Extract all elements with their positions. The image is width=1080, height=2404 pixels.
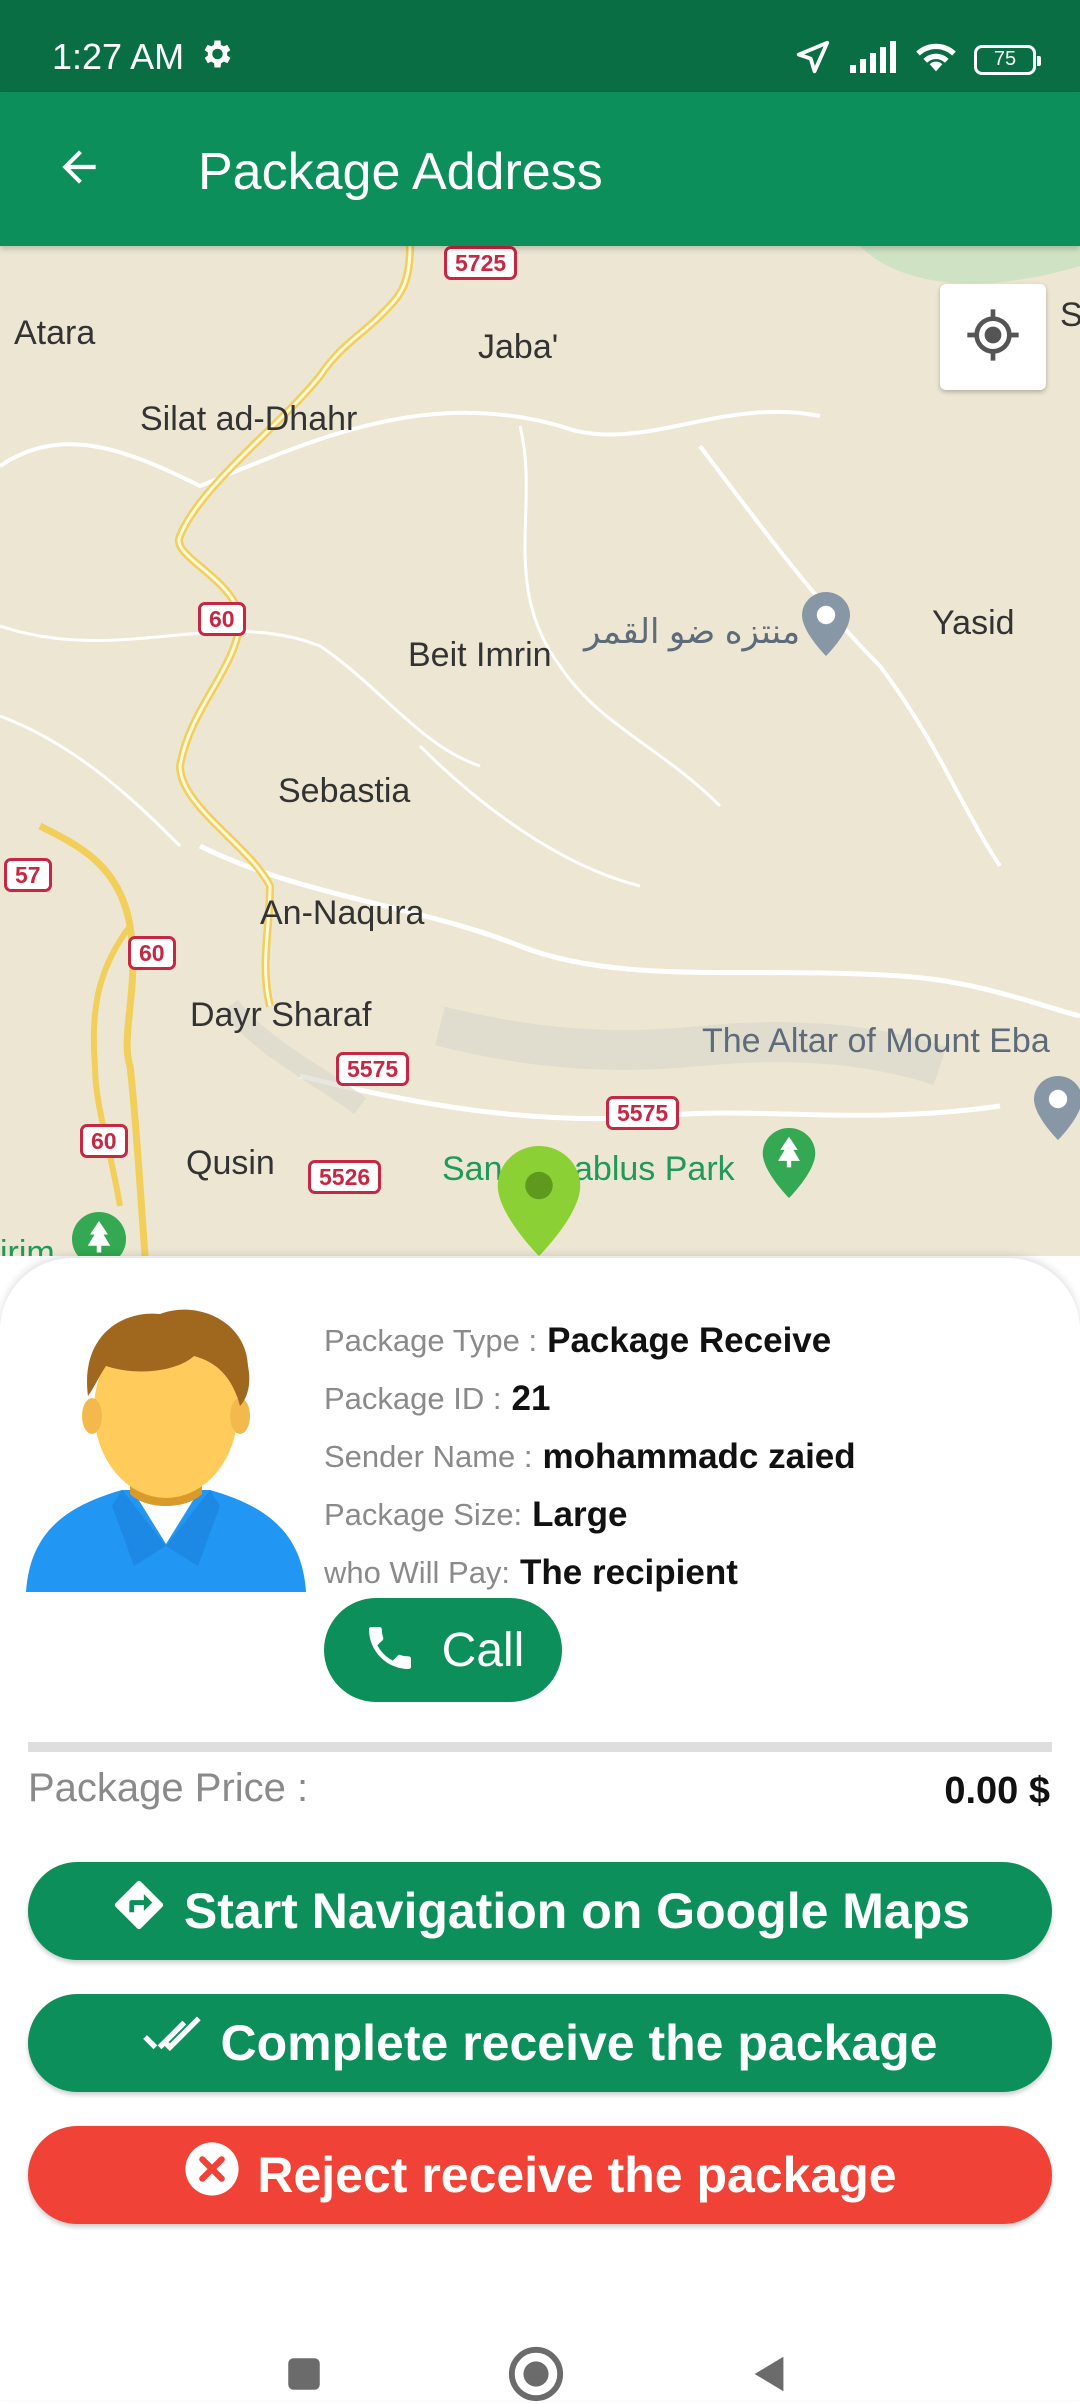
location-arrow-icon (794, 38, 832, 81)
map-label-nablus-park: ablus Park (574, 1150, 735, 1188)
my-location-icon (965, 307, 1021, 368)
back-triangle-icon[interactable] (740, 2344, 800, 2404)
cancel-circle-icon (183, 2140, 241, 2210)
map-label-altar-mount-ebal: The Altar of Mount Eba (702, 1022, 1050, 1060)
sender-name-value: mohammadc zaied (542, 1437, 856, 1476)
package-id-label: Package ID : (324, 1381, 502, 1416)
double-check-icon (142, 2012, 205, 2074)
package-price-label: Package Price : (28, 1766, 309, 1810)
complete-receive-button[interactable]: Complete receive the package (28, 1994, 1052, 2092)
map-label-beit-imrin: Beit Imrin (408, 636, 552, 674)
phone-icon (362, 1620, 418, 1681)
map-label-jaba: Jaba' (478, 328, 559, 366)
status-icons: 75 (794, 38, 1041, 81)
package-size-row: Package Size: Large (324, 1486, 856, 1544)
place-pin-icon[interactable] (802, 592, 850, 661)
road-sign-60: 60 (198, 602, 246, 636)
battery-level: 75 (993, 48, 1017, 70)
package-size-value: Large (532, 1495, 628, 1534)
sender-avatar (26, 1296, 306, 1592)
package-id-row: Package ID : 21 (324, 1370, 856, 1428)
reject-receive-button[interactable]: Reject receive the package (28, 2126, 1052, 2224)
map-label-dayr-sharaf: Dayr Sharaf (190, 996, 372, 1034)
directions-icon (110, 1876, 168, 1946)
package-type-label: Package Type : (324, 1323, 538, 1358)
map-label-edge-s: S (1060, 296, 1080, 334)
road-sign-5526: 5526 (308, 1160, 382, 1194)
map-label-silat-ad-dhahr: Silat ad-Dhahr (140, 400, 358, 438)
park-pin-icon[interactable] (762, 1128, 816, 1203)
system-navigation-bar (0, 2336, 1080, 2402)
start-navigation-label: Start Navigation on Google Maps (183, 1883, 971, 1939)
road-sign-57: 57 (4, 858, 52, 892)
map-label-yasid: Yasid (932, 604, 1015, 642)
app-bar: Package Address (0, 92, 1080, 246)
call-button[interactable]: Call (324, 1598, 562, 1702)
my-location-button[interactable] (940, 284, 1046, 390)
battery-icon: 75 (974, 44, 1041, 75)
payer-label: who Will Pay: (324, 1555, 511, 1590)
package-type-row: Package Type : Package Receive (324, 1312, 856, 1370)
map-label-qusin: Qusin (186, 1144, 275, 1182)
payer-value: The recipient (520, 1553, 738, 1592)
wifi-icon (914, 39, 958, 80)
road-sign-5725: 5725 (444, 246, 518, 280)
location-marker-icon[interactable] (496, 1146, 582, 1256)
map-label-park-arabic: منتزه ضو القمر (584, 613, 801, 651)
map-label-sebastia: Sebastia (278, 772, 411, 810)
place-pin-icon[interactable] (1034, 1076, 1080, 1145)
map-label-atara: Atara (14, 314, 96, 352)
complete-receive-label: Complete receive the package (220, 2015, 938, 2071)
arrow-back-icon (54, 142, 104, 197)
park-pin-icon[interactable] (72, 1212, 126, 1256)
sender-name-label: Sender Name : (324, 1439, 533, 1474)
map-label-an-naqura: An-Naqura (260, 894, 425, 932)
sender-name-row: Sender Name : mohammadc zaied (324, 1428, 856, 1486)
road-sign-5575: 5575 (336, 1052, 410, 1086)
reject-receive-label: Reject receive the package (257, 2147, 897, 2203)
map-background (0, 246, 1080, 1256)
road-sign-5575: 5575 (606, 1096, 680, 1130)
start-navigation-button[interactable]: Start Navigation on Google Maps (28, 1862, 1052, 1960)
package-price-value: 0.00 $ (944, 1770, 1050, 1812)
package-type-value: Package Receive (547, 1321, 832, 1360)
divider (28, 1742, 1052, 1752)
map-label-irim: irim (0, 1234, 55, 1256)
status-time: 1:27 AM (52, 36, 185, 77)
settings-gear-icon (198, 36, 234, 72)
package-info: Package Type : Package Receive Package I… (324, 1312, 856, 1602)
road-sign-60: 60 (80, 1124, 128, 1158)
package-size-label: Package Size: (324, 1497, 523, 1532)
package-id-value: 21 (511, 1379, 551, 1418)
back-button[interactable] (44, 134, 114, 204)
recents-square-icon[interactable] (274, 2344, 334, 2404)
payer-row: who Will Pay: The recipient (324, 1544, 856, 1602)
map-label-san: San (442, 1150, 503, 1188)
call-label: Call (441, 1623, 525, 1677)
package-details-sheet: Package Type : Package Receive Package I… (0, 1258, 1080, 2402)
road-sign-60: 60 (128, 936, 176, 970)
map-view[interactable]: Atara Jaba' Silat ad-Dhahr Beit Imrin من… (0, 246, 1080, 1256)
signal-icon (848, 39, 898, 80)
page-title: Package Address (198, 143, 603, 201)
status-bar: 1:27 AM 75 (0, 0, 1080, 92)
home-circle-icon[interactable] (506, 2344, 566, 2404)
